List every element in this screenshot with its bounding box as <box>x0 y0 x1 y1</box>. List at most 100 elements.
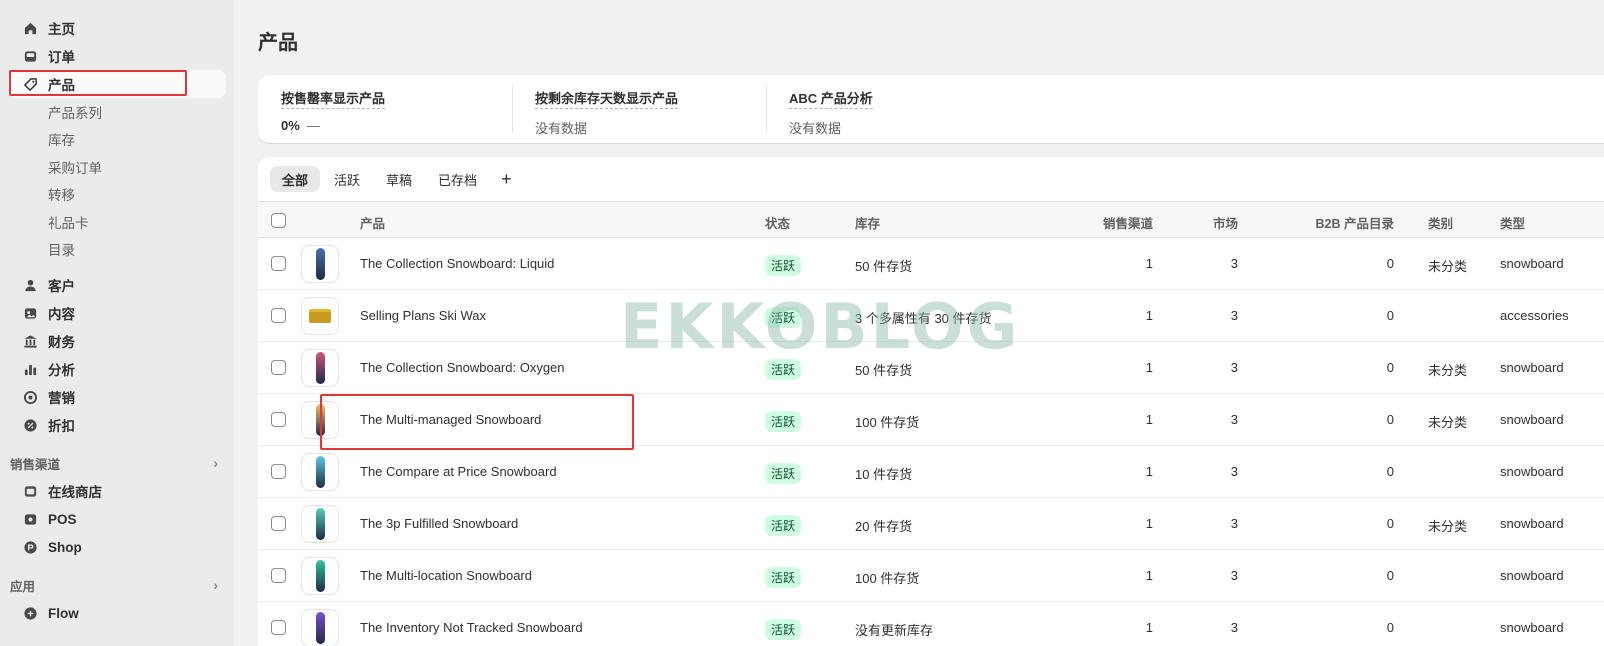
product-thumbnail[interactable] <box>301 609 339 646</box>
col-sales-channels[interactable]: 销售渠道 <box>1103 213 1153 232</box>
product-thumbnail[interactable] <box>301 297 339 335</box>
product-name[interactable]: The 3p Fulfilled Snowboard <box>360 516 518 531</box>
metric-abc-analysis[interactable]: ABC 产品分析 没有数据 <box>766 75 1020 143</box>
col-b2b-catalogs[interactable]: B2B 产品目录 <box>1316 213 1394 232</box>
metric-title: ABC 产品分析 <box>789 88 873 109</box>
inventory-value: 100 件存货 <box>855 415 920 430</box>
type-value: snowboard <box>1500 412 1564 427</box>
row-checkbox[interactable] <box>271 256 286 271</box>
nav-pos[interactable]: POS <box>0 505 234 533</box>
col-type[interactable]: 类型 <box>1500 213 1525 232</box>
table-row[interactable]: The Collection Snowboard: Oxygen 活跃 50 件存货… <box>258 342 1604 394</box>
nav-orders[interactable]: 订单 <box>0 42 234 70</box>
snowboard-image <box>315 456 325 488</box>
product-name[interactable]: The Multi-location Snowboard <box>360 568 532 583</box>
sales-channels-header[interactable]: 销售渠道 › <box>0 449 234 477</box>
nav-marketing-label: 营销 <box>48 391 75 406</box>
nav-products-label: 产品 <box>48 78 75 93</box>
inbox-icon <box>22 48 38 64</box>
nav-sub-transfers[interactable]: 转移 <box>0 181 234 209</box>
nav-analytics[interactable]: 分析 <box>0 355 234 383</box>
nav-home[interactable]: 主页 <box>0 14 234 42</box>
nav-flow[interactable]: Flow <box>0 599 234 627</box>
col-product[interactable]: 产品 <box>360 213 385 232</box>
nav-shop[interactable]: Shop <box>0 533 234 561</box>
product-name[interactable]: The Inventory Not Tracked Snowboard <box>360 620 583 635</box>
home-icon <box>22 20 38 36</box>
nav-sub-inventory[interactable]: 库存 <box>0 126 234 154</box>
type-value: snowboard <box>1500 256 1564 271</box>
nav-sub-purchase-orders[interactable]: 采购订单 <box>0 153 234 181</box>
product-name[interactable]: The Collection Snowboard: Oxygen <box>360 360 565 375</box>
nav-content[interactable]: 内容 <box>0 299 234 327</box>
tab-archived[interactable]: 已存档 <box>426 166 489 192</box>
col-markets[interactable]: 市场 <box>1213 213 1238 232</box>
col-category[interactable]: 类别 <box>1428 213 1453 232</box>
nav-discounts[interactable]: 折扣 <box>0 411 234 439</box>
row-checkbox[interactable] <box>271 464 286 479</box>
metric-days-inventory[interactable]: 按剩余库存天数显示产品 没有数据 <box>512 75 766 143</box>
b2b-value: 0 <box>1386 308 1394 323</box>
nav-online-store[interactable]: 在线商店 <box>0 477 234 505</box>
select-all-checkbox[interactable] <box>271 213 286 228</box>
type-value: snowboard <box>1500 516 1564 531</box>
sales-channels-value: 1 <box>1145 360 1153 375</box>
shop-icon <box>22 539 38 555</box>
row-checkbox[interactable] <box>271 412 286 427</box>
b2b-value: 0 <box>1386 620 1394 635</box>
apps-header[interactable]: 应用 › <box>0 571 234 599</box>
table-row[interactable]: The Collection Snowboard: Liquid 活跃 50 件存货… <box>258 238 1604 290</box>
product-thumbnail[interactable] <box>301 557 339 595</box>
table-row[interactable]: The Compare at Price Snowboard 活跃 10 件存货 1 3… <box>258 446 1604 498</box>
col-status[interactable]: 状态 <box>765 213 790 232</box>
analytics-bar: 按售罄率显示产品 0% — 按剩余库存天数显示产品 没有数据 ABC 产品分析 … <box>258 75 1604 143</box>
table-row[interactable]: The Multi-location Snowboard 活跃 100 件存货 1 3 0… <box>258 550 1604 602</box>
sidebar: 主页 订单 产品 产品系列 库存 采购订单 转移 礼品卡 目录 客户 内容 财务… <box>0 0 234 646</box>
sales-channels-value: 1 <box>1145 308 1153 323</box>
type-value: snowboard <box>1500 360 1564 375</box>
product-thumbnail[interactable] <box>301 453 339 491</box>
row-checkbox[interactable] <box>271 516 286 531</box>
sales-channels-value: 1 <box>1145 568 1153 583</box>
type-value: snowboard <box>1500 568 1564 583</box>
product-name[interactable]: The Compare at Price Snowboard <box>360 464 557 479</box>
product-thumbnail[interactable] <box>301 505 339 543</box>
table-row[interactable]: The Multi-managed Snowboard 活跃 100 件存货 1 3 0 未… <box>258 394 1604 446</box>
metric-sell-through[interactable]: 按售罄率显示产品 0% — <box>258 75 512 143</box>
discount-icon <box>22 417 38 433</box>
row-checkbox[interactable] <box>271 308 286 323</box>
table-row[interactable]: Selling Plans Ski Wax 活跃 3 个多属性有 30 件存货 1 3 0… <box>258 290 1604 342</box>
nav-sub-gift-cards[interactable]: 礼品卡 <box>0 208 234 236</box>
snowboard-image <box>315 404 325 436</box>
markets-value: 3 <box>1230 412 1238 427</box>
table-row[interactable]: The 3p Fulfilled Snowboard 活跃 20 件存货 1 3 0 未分类… <box>258 498 1604 550</box>
product-name[interactable]: Selling Plans Ski Wax <box>360 308 486 323</box>
metric-title: 按售罄率显示产品 <box>281 88 386 109</box>
row-checkbox[interactable] <box>271 360 286 375</box>
nav-products[interactable]: 产品 <box>8 70 226 98</box>
row-checkbox[interactable] <box>271 568 286 583</box>
tab-all[interactable]: 全部 <box>270 166 321 192</box>
product-thumbnail[interactable] <box>301 349 339 387</box>
inventory-value: 10 件存货 <box>855 467 913 482</box>
nav-sub-collections[interactable]: 产品系列 <box>0 98 234 126</box>
nav-marketing[interactable]: 营销 <box>0 383 234 411</box>
nav-finance[interactable]: 财务 <box>0 327 234 355</box>
product-thumbnail[interactable] <box>301 245 339 283</box>
tab-active[interactable]: 活跃 <box>322 166 372 192</box>
b2b-value: 0 <box>1386 568 1394 583</box>
b2b-value: 0 <box>1386 464 1394 479</box>
row-checkbox[interactable] <box>271 620 286 635</box>
add-view-button[interactable]: + <box>491 169 522 190</box>
product-name[interactable]: The Multi-managed Snowboard <box>360 412 541 427</box>
nav-discounts-label: 折扣 <box>48 419 75 434</box>
content-icon <box>22 305 38 321</box>
table-row[interactable]: The Inventory Not Tracked Snowboard 活跃 没有更… <box>258 602 1604 646</box>
nav-customers[interactable]: 客户 <box>0 271 234 299</box>
product-thumbnail[interactable] <box>301 401 339 439</box>
product-name[interactable]: The Collection Snowboard: Liquid <box>360 256 554 271</box>
metric-value: 没有数据 <box>535 121 588 136</box>
tab-draft[interactable]: 草稿 <box>374 166 424 192</box>
nav-sub-catalogs[interactable]: 目录 <box>0 236 234 264</box>
col-inventory[interactable]: 库存 <box>855 213 880 232</box>
